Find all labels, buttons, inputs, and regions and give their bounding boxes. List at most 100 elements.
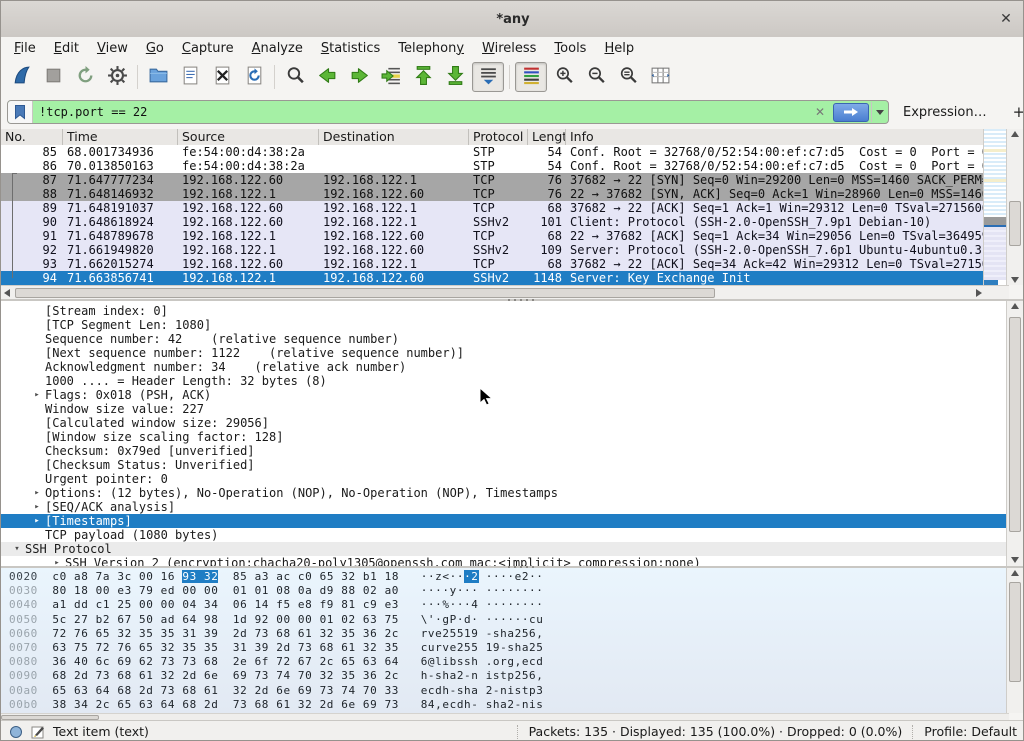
detail-line[interactable]: ▸[SEQ/ACK analysis] [1, 500, 1009, 514]
menu-help[interactable]: Help [595, 39, 643, 58]
display-filter-input[interactable]: !tcp.port == 22 [33, 105, 809, 119]
filter-bookmark-button[interactable] [8, 101, 33, 123]
detail-line[interactable]: ▸Flags: 0x018 (PSH, ACK) [1, 388, 1009, 402]
packet-row-88[interactable]: 8871.648146932192.168.122.1192.168.122.6… [1, 187, 1009, 201]
add-filter-button[interactable]: + [1013, 103, 1024, 121]
collapsed-arrow-icon[interactable]: ▸ [29, 514, 45, 528]
detail-line[interactable]: Urgent pointer: 0 [1, 472, 1009, 486]
column-header-source[interactable]: Source [178, 129, 319, 145]
packet-row-93[interactable]: 9371.662015274192.168.122.60192.168.122.… [1, 257, 1009, 271]
packet-list-header[interactable]: No.TimeSourceDestinationProtocolLengthIn… [1, 129, 1009, 146]
bytes-vscrollbar[interactable] [1006, 568, 1023, 713]
detail-line[interactable]: ▸Options: (12 bytes), No-Operation (NOP)… [1, 486, 1009, 500]
close-file-button[interactable] [207, 63, 237, 91]
auto-scroll-button[interactable] [472, 62, 504, 92]
detail-line[interactable]: [Window size scaling factor: 128] [1, 430, 1009, 444]
hex-row-0020[interactable]: 0020 c0 a8 7a 3c 00 16 93 32 85 a3 ac c0… [1, 570, 1009, 584]
packet-row-86[interactable]: 8670.013850163fe:54:00:d4:38:2aSTP54Conf… [1, 159, 1009, 173]
packet-list-hscrollbar[interactable] [1, 285, 1009, 300]
column-header-protocol[interactable]: Protocol [469, 129, 528, 145]
packet-row-91[interactable]: 9171.648789678192.168.122.1192.168.122.6… [1, 229, 1009, 243]
packet-row-89[interactable]: 8971.648191037192.168.122.60192.168.122.… [1, 201, 1009, 215]
collapsed-arrow-icon[interactable]: ▸ [29, 500, 45, 514]
packet-list-minimap[interactable] [983, 129, 1007, 285]
menu-tools[interactable]: Tools [545, 39, 595, 58]
hex-row-00b0[interactable]: 00b0 38 34 2c 65 63 64 68 2d 73 68 61 32… [1, 698, 1009, 712]
restart-capture-button[interactable] [70, 63, 100, 91]
capture-comment-icon[interactable] [31, 725, 45, 739]
collapsed-arrow-icon[interactable]: ▸ [29, 486, 45, 500]
menu-view[interactable]: View [88, 39, 137, 58]
packet-row-87[interactable]: 8771.647777234192.168.122.60192.168.122.… [1, 173, 1009, 187]
scroll-right-icon[interactable] [976, 289, 982, 297]
packet-list-vscrollbar[interactable] [1006, 129, 1023, 285]
capture-options-button[interactable] [102, 63, 132, 91]
detail-line[interactable]: ▸SSH Version 2 (encryption:chacha20-poly… [1, 556, 1009, 566]
stop-capture-button[interactable] [38, 63, 68, 91]
expert-info-icon[interactable] [9, 725, 23, 739]
menu-file[interactable]: File [5, 39, 45, 58]
save-file-button[interactable] [175, 63, 205, 91]
start-capture-button[interactable] [6, 63, 36, 91]
hex-row-0040[interactable]: 0040 a1 dd c1 25 00 00 04 34 06 14 f5 e8… [1, 598, 1009, 612]
open-file-button[interactable] [143, 63, 173, 91]
menu-go[interactable]: Go [137, 39, 173, 58]
packet-row-92[interactable]: 9271.661949820192.168.122.1192.168.122.6… [1, 243, 1009, 257]
detail-line[interactable]: ▸[Timestamps] [1, 514, 1009, 528]
expression-button[interactable]: Expression… [903, 105, 987, 120]
detail-line[interactable]: TCP payload (1080 bytes) [1, 528, 1009, 542]
go-first-button[interactable] [408, 63, 438, 91]
packet-list-vscrollbar-thumb[interactable] [1009, 201, 1021, 246]
detail-line[interactable]: [Calculated window size: 29056] [1, 416, 1009, 430]
collapsed-arrow-icon[interactable]: ▸ [49, 556, 65, 566]
column-header-length[interactable]: Length [528, 129, 566, 145]
zoom-out-button[interactable] [581, 63, 611, 91]
detail-line[interactable]: [TCP Segment Len: 1080] [1, 318, 1009, 332]
close-window-icon[interactable]: ✕ [997, 10, 1015, 28]
title-bar[interactable]: *any ✕ [1, 1, 1024, 38]
hex-row-0080[interactable]: 0080 36 40 6c 69 62 73 73 68 2e 6f 72 67… [1, 655, 1009, 669]
column-header-no[interactable]: No. [1, 129, 63, 145]
menu-telephony[interactable]: Telephony [389, 39, 473, 58]
resize-columns-button[interactable] [645, 63, 675, 91]
detail-line[interactable]: Acknowledgment number: 34 (relative ack … [1, 360, 1009, 374]
column-header-time[interactable]: Time [63, 129, 178, 145]
filter-clear-button[interactable]: ✕ [809, 105, 831, 119]
zoom-reset-button[interactable] [613, 63, 643, 91]
filter-history-dropdown[interactable] [871, 102, 888, 122]
go-back-button[interactable] [312, 63, 342, 91]
scroll-up-icon[interactable] [1011, 303, 1019, 309]
packet-row-90[interactable]: 9071.648618924192.168.122.60192.168.122.… [1, 215, 1009, 229]
expanded-arrow-icon[interactable]: ▾ [9, 542, 25, 556]
packet-row-85[interactable]: 8568.001734936fe:54:00:d4:38:2aSTP54Conf… [1, 145, 1009, 159]
hex-row-0030[interactable]: 0030 80 18 00 e3 79 ed 00 00 01 01 08 0a… [1, 584, 1009, 598]
scroll-down-icon[interactable] [1011, 277, 1019, 283]
column-header-info[interactable]: Info [566, 129, 1009, 145]
details-vscrollbar[interactable] [1006, 301, 1023, 566]
menu-wireless[interactable]: Wireless [473, 39, 545, 58]
scroll-left-icon[interactable] [4, 289, 10, 297]
detail-line[interactable]: [Checksum Status: Unverified] [1, 458, 1009, 472]
hex-row-0070[interactable]: 0070 63 75 72 76 65 32 35 35 31 39 2d 73… [1, 641, 1009, 655]
scroll-down-icon[interactable] [1011, 557, 1019, 563]
packet-row-94[interactable]: 9471.663856741192.168.122.1192.168.122.6… [1, 271, 1009, 285]
status-profile[interactable]: Profile: Default [924, 724, 1017, 739]
colorize-button[interactable] [515, 62, 547, 92]
filter-apply-button[interactable] [833, 103, 869, 122]
zoom-in-button[interactable] [549, 63, 579, 91]
detail-line[interactable]: Window size value: 227 [1, 402, 1009, 416]
hex-row-0090[interactable]: 0090 68 2d 73 68 61 32 2d 6e 69 73 74 70… [1, 669, 1009, 683]
scroll-up-icon[interactable] [1011, 131, 1019, 137]
go-forward-button[interactable] [344, 63, 374, 91]
menu-edit[interactable]: Edit [45, 39, 88, 58]
detail-line[interactable]: [Stream index: 0] [1, 304, 1009, 318]
go-last-button[interactable] [440, 63, 470, 91]
hex-row-00a0[interactable]: 00a0 65 63 64 68 2d 73 68 61 32 2d 6e 69… [1, 684, 1009, 698]
detail-line[interactable]: Checksum: 0x79ed [unverified] [1, 444, 1009, 458]
packet-list-hscrollbar-thumb[interactable] [15, 288, 715, 298]
find-packet-button[interactable] [280, 63, 310, 91]
go-to-packet-button[interactable] [376, 63, 406, 91]
hex-row-0050[interactable]: 0050 5c 27 b2 67 50 ad 64 98 1d 92 00 00… [1, 613, 1009, 627]
detail-line[interactable]: Sequence number: 42 (relative sequence n… [1, 332, 1009, 346]
hex-row-0060[interactable]: 0060 72 76 65 32 35 35 31 39 2d 73 68 61… [1, 627, 1009, 641]
